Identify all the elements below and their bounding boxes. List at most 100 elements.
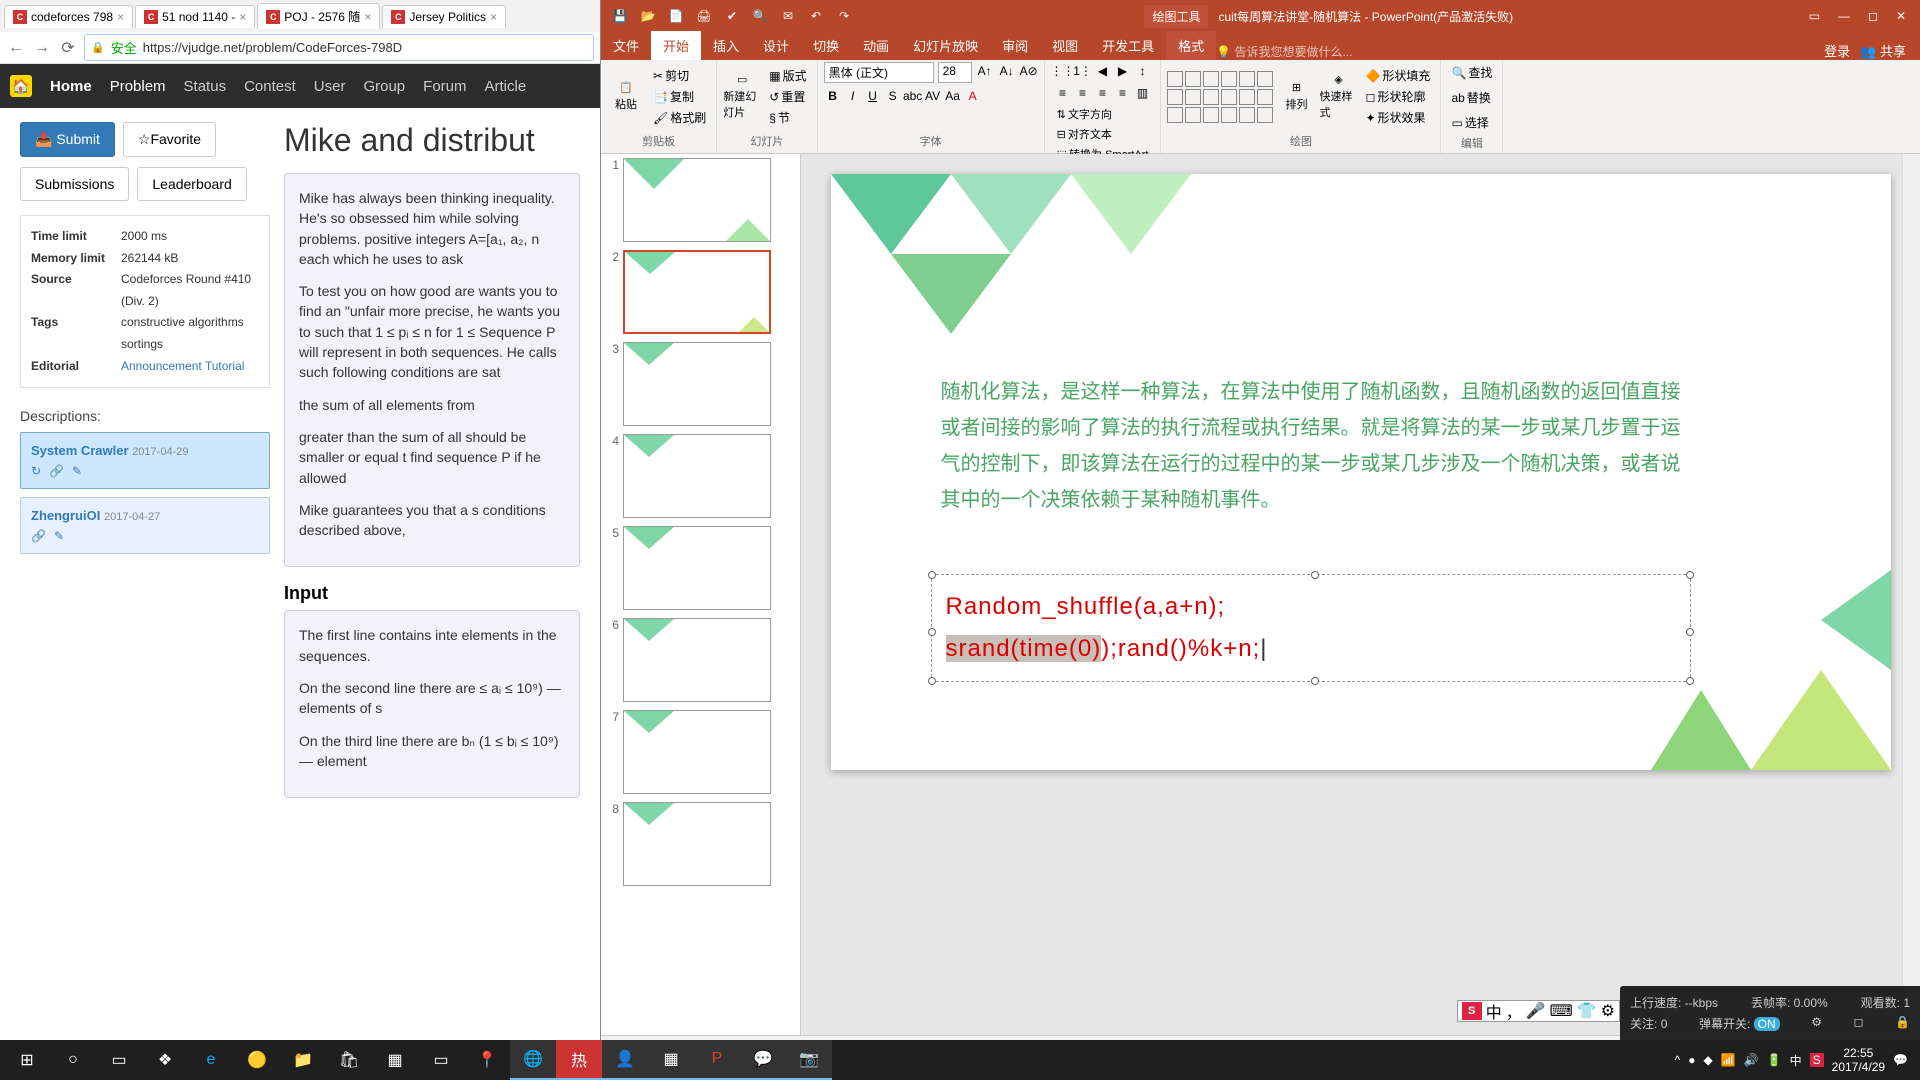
decrease-font-icon[interactable]: A↓ <box>998 62 1016 80</box>
columns-icon[interactable]: ▥ <box>1134 84 1152 102</box>
tray-icon[interactable]: ◆ <box>1704 1053 1713 1067</box>
taskbar-app[interactable]: 👤 <box>602 1040 648 1080</box>
increase-indent-icon[interactable]: ▶ <box>1114 62 1132 80</box>
nav-user[interactable]: User <box>314 78 346 95</box>
tray-icon[interactable]: S <box>1810 1053 1824 1067</box>
edge-icon[interactable]: e <box>188 1040 234 1080</box>
select-button[interactable]: ▭ 选择 <box>1447 112 1492 133</box>
start-button[interactable]: ⊞ <box>4 1040 50 1080</box>
save-icon[interactable]: 💾 <box>611 7 629 25</box>
spacing-icon[interactable]: AV <box>924 87 942 105</box>
tab-insert[interactable]: 插入 <box>701 31 751 60</box>
undo-icon[interactable]: ↶ <box>807 7 825 25</box>
slide-paragraph[interactable]: 随机化算法，是这样一种算法，在算法中使用了随机函数，且随机函数的返回值直接或者间… <box>941 374 1681 518</box>
reset-button[interactable]: ↺ 重置 <box>765 86 810 107</box>
tab-jersey[interactable]: CJersey Politics× <box>382 5 506 28</box>
cortana-icon[interactable]: ○ <box>50 1040 96 1080</box>
network-icon[interactable]: 📶 <box>1721 1053 1736 1067</box>
tab-design[interactable]: 设计 <box>751 31 801 60</box>
tab-home[interactable]: 开始 <box>651 31 701 60</box>
shape-fill-button[interactable]: 🔶 形状填充 <box>1361 65 1434 86</box>
underline-icon[interactable]: U <box>864 87 882 105</box>
selection-handle[interactable] <box>1686 677 1694 685</box>
quickprint-icon[interactable]: 🖨 <box>695 7 713 25</box>
tab-51nod[interactable]: C51 nod 1140 -× <box>135 5 255 28</box>
address-bar[interactable]: 🔒 安全 https://vjudge.net/problem/CodeForc… <box>84 34 594 61</box>
edit-icon[interactable]: ✎ <box>54 529 64 543</box>
align-right-icon[interactable]: ≡ <box>1094 84 1112 102</box>
decrease-indent-icon[interactable]: ◀ <box>1094 62 1112 80</box>
explorer-icon[interactable]: 📁 <box>280 1040 326 1080</box>
tab-codeforces[interactable]: Ccodeforces 798× <box>4 5 133 28</box>
nav-group[interactable]: Group <box>363 78 405 95</box>
maximize-icon[interactable]: ◻ <box>1868 9 1878 23</box>
line-spacing-icon[interactable]: ↕ <box>1134 62 1152 80</box>
ribbon-options-icon[interactable]: ▭ <box>1809 9 1820 23</box>
sogou-icon[interactable]: S <box>1462 1002 1482 1020</box>
description-card[interactable]: ZhengruiOI 2017-04-27 🔗✎ <box>20 497 270 554</box>
redo-icon[interactable]: ↷ <box>835 7 853 25</box>
align-left-icon[interactable]: ≡ <box>1054 84 1072 102</box>
nav-status[interactable]: Status <box>184 78 227 95</box>
leaderboard-button[interactable]: Leaderboard <box>137 167 246 201</box>
gear-icon[interactable]: ⚙ <box>1811 1015 1822 1032</box>
forward-button[interactable]: → <box>32 38 52 58</box>
volume-icon[interactable]: 🔊 <box>1744 1053 1759 1067</box>
selection-handle[interactable] <box>1686 571 1694 579</box>
battery-icon[interactable]: 🔋 <box>1767 1053 1782 1067</box>
font-size-combo[interactable]: 28 <box>938 62 972 83</box>
tab-devtools[interactable]: 开发工具 <box>1090 31 1166 60</box>
thumbnail-7[interactable]: 7 <box>605 710 796 794</box>
clear-format-icon[interactable]: A⊘ <box>1020 62 1038 80</box>
thumbnail-8[interactable]: 8 <box>605 802 796 886</box>
login-button[interactable]: 登录 <box>1824 41 1850 60</box>
new-slide-button[interactable]: ▭新建幻灯片 <box>723 70 761 124</box>
slide-textbox[interactable]: Random_shuffle(a,a+n); srand(time(0));ra… <box>931 574 1691 682</box>
spelling-icon[interactable]: ✔ <box>723 7 741 25</box>
close-icon[interactable]: × <box>239 10 246 24</box>
share-button[interactable]: 👥 共享 <box>1860 41 1906 60</box>
slide-canvas-area[interactable]: 随机化算法，是这样一种算法，在算法中使用了随机函数，且随机函数的返回值直接或者间… <box>801 154 1920 1035</box>
nav-contest[interactable]: Contest <box>244 78 296 95</box>
font-color-icon[interactable]: A <box>964 87 982 105</box>
increase-font-icon[interactable]: A↑ <box>976 62 994 80</box>
ime-icon[interactable]: 中 <box>1790 1052 1802 1069</box>
slide-thumbnails[interactable]: 1 2 3 4 5 6 7 8 <box>601 154 801 1035</box>
link-icon[interactable]: 🔗 <box>49 464 64 478</box>
taskbar-app[interactable]: 热 <box>556 1040 602 1080</box>
store-icon[interactable]: 🛍 <box>326 1040 372 1080</box>
section-button[interactable]: § 节 <box>765 107 810 128</box>
tray-chevron-icon[interactable]: ^ <box>1675 1053 1681 1067</box>
new-icon[interactable]: 📄 <box>667 7 685 25</box>
thumbnail-4[interactable]: 4 <box>605 434 796 518</box>
copy-button[interactable]: 📑 复制 <box>649 86 710 107</box>
close-icon[interactable]: × <box>364 10 371 24</box>
tab-poj[interactable]: CPOJ - 2576 随× <box>257 3 380 29</box>
notifications-icon[interactable]: 💬 <box>1893 1053 1908 1067</box>
selection-handle[interactable] <box>1311 677 1319 685</box>
selection-handle[interactable] <box>1311 571 1319 579</box>
italic-icon[interactable]: I <box>844 87 862 105</box>
popout-icon[interactable]: ◻ <box>1854 1015 1864 1032</box>
taskbar-app[interactable]: 📍 <box>464 1040 510 1080</box>
tab-file[interactable]: 文件 <box>601 31 651 60</box>
ime-skin-icon[interactable]: 👕 <box>1577 1001 1597 1021</box>
shadow-icon[interactable]: abc <box>904 87 922 105</box>
ime-toolbar[interactable]: S 中 ， 🎤 ⌨ 👕 ⚙ <box>1457 1000 1620 1022</box>
selection-handle[interactable] <box>928 628 936 636</box>
nav-forum[interactable]: Forum <box>423 78 466 95</box>
tab-transitions[interactable]: 切换 <box>801 31 851 60</box>
tab-slideshow[interactable]: 幻灯片放映 <box>901 31 990 60</box>
danmaku-toggle[interactable]: ON <box>1754 1017 1780 1031</box>
taskbar-app[interactable]: 📷 <box>786 1040 832 1080</box>
close-icon[interactable]: × <box>117 10 124 24</box>
paste-button[interactable]: 📋粘贴 <box>607 70 645 124</box>
justify-icon[interactable]: ≡ <box>1114 84 1132 102</box>
format-painter-button[interactable]: 🖌 格式刷 <box>649 107 710 128</box>
nav-article[interactable]: Article <box>485 78 527 95</box>
ime-mic-icon[interactable]: 🎤 <box>1526 1001 1546 1021</box>
bullets-icon[interactable]: ⋮⋮ <box>1054 62 1072 80</box>
shape-outline-button[interactable]: ◻ 形状轮廓 <box>1361 86 1434 107</box>
thumbnail-3[interactable]: 3 <box>605 342 796 426</box>
shape-gallery[interactable] <box>1167 71 1273 123</box>
